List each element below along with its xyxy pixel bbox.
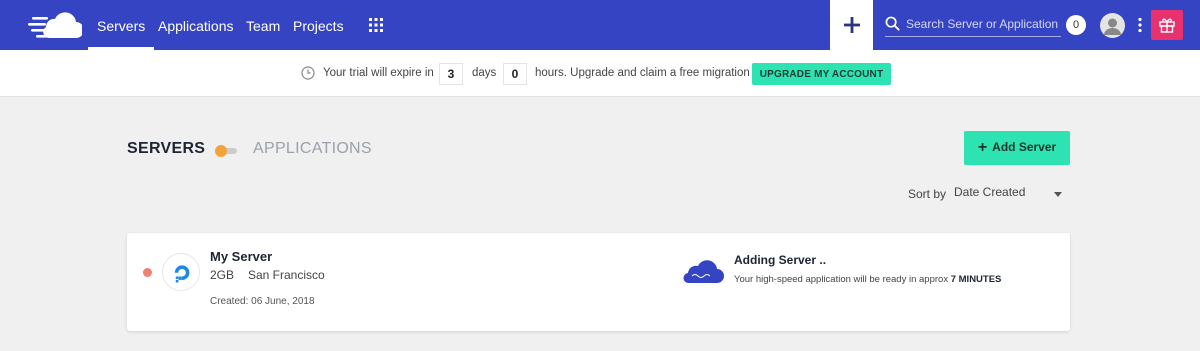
plus-icon	[844, 17, 860, 33]
adding-desc-text: Your high-speed application will be read…	[734, 274, 949, 285]
adding-server-desc: Your high-speed application will be read…	[734, 274, 1001, 285]
view-toggle[interactable]	[215, 145, 237, 157]
digitalocean-icon	[174, 265, 190, 283]
top-navbar: Servers Applications Team Projects 0	[0, 0, 1200, 50]
avatar-icon	[1104, 18, 1121, 35]
chevron-down-icon	[1054, 192, 1062, 197]
search-box	[885, 12, 1061, 37]
trial-hours-value: 0	[503, 63, 527, 85]
adding-eta: 7 MINUTES	[950, 274, 1002, 285]
trial-days-value: 3	[439, 63, 463, 85]
server-created: Created: 06 June, 2018	[210, 296, 315, 307]
logo-cloud-icon[interactable]	[28, 11, 82, 39]
gift-icon	[1159, 18, 1175, 33]
sort-label: Sort by	[908, 187, 947, 201]
search-icon	[885, 16, 900, 31]
nav-applications[interactable]: Applications	[158, 0, 234, 50]
trial-days-label: days	[472, 67, 497, 79]
toggle-knob	[215, 145, 227, 157]
sort-value: Date Created	[954, 185, 1026, 199]
trial-hours-label: hours. Upgrade and claim a free migratio…	[535, 67, 750, 79]
server-name[interactable]: My Server	[210, 249, 272, 264]
add-server-button[interactable]: + Add Server	[964, 131, 1070, 165]
plus-icon: +	[977, 139, 988, 156]
apps-grid-icon[interactable]	[369, 18, 383, 32]
trial-banner: Your trial will expire in 3 days 0 hours…	[0, 50, 1200, 97]
upgrade-account-button[interactable]: UPGRADE MY ACCOUNT	[752, 63, 891, 85]
kebab-menu-icon[interactable]	[1137, 17, 1143, 33]
adding-cloud-icon	[683, 260, 724, 284]
adding-server-title: Adding Server ..	[734, 253, 827, 267]
clock-icon	[301, 66, 315, 80]
tab-applications[interactable]: APPLICATIONS	[253, 140, 372, 158]
nav-projects[interactable]: Projects	[293, 0, 344, 50]
server-card[interactable]: My Server 2GB San Francisco Created: 06 …	[127, 233, 1070, 331]
quick-add-button[interactable]	[830, 0, 873, 50]
tab-servers[interactable]: SERVERS	[127, 140, 205, 158]
server-size: 2GB	[210, 268, 235, 282]
avatar[interactable]	[1100, 13, 1125, 38]
notification-badge[interactable]: 0	[1066, 15, 1086, 35]
nav-team[interactable]: Team	[246, 0, 280, 50]
search-input[interactable]	[906, 12, 1061, 36]
sort-select[interactable]: Date Created	[954, 185, 1064, 203]
provider-logo	[162, 253, 200, 291]
add-server-label: Add Server	[992, 140, 1057, 154]
trial-text-prefix: Your trial will expire in	[323, 67, 434, 79]
gift-button[interactable]	[1151, 10, 1183, 40]
nav-servers[interactable]: Servers	[87, 0, 155, 50]
server-location: San Francisco	[248, 268, 325, 282]
status-dot	[143, 268, 152, 277]
